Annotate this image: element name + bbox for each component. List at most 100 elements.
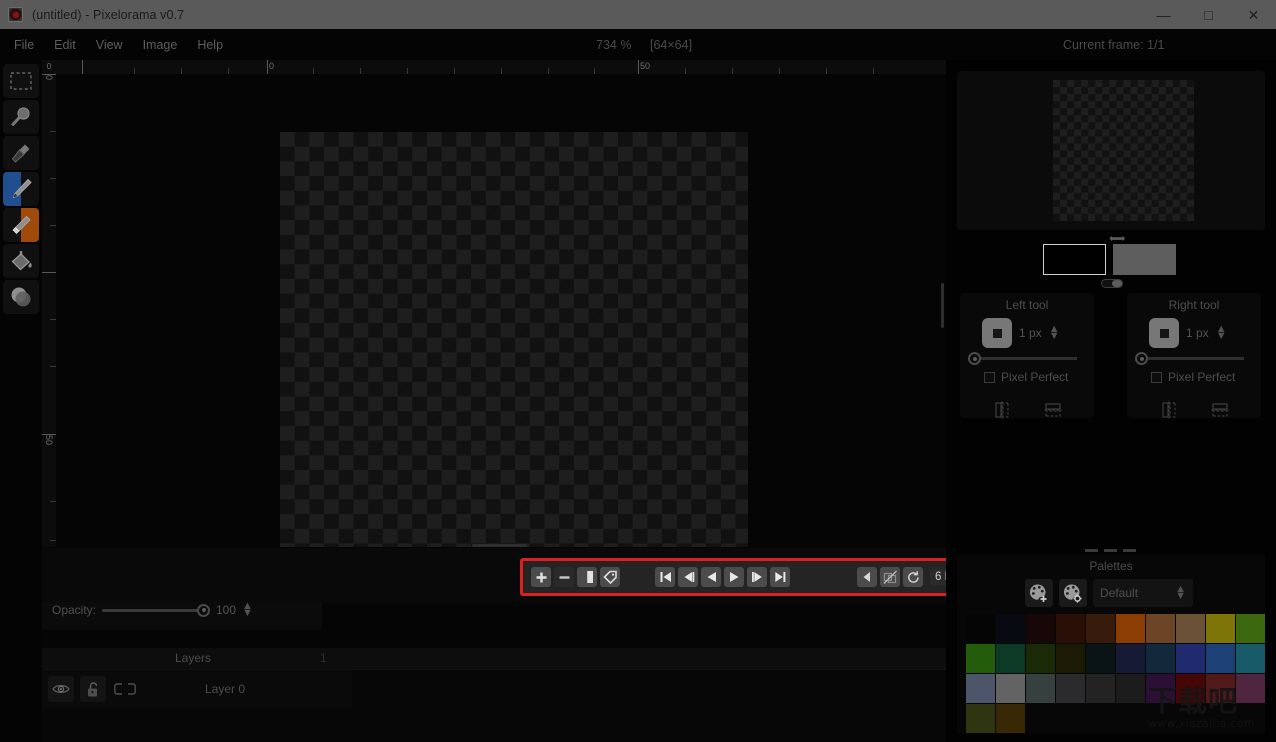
tool-pencil[interactable] [3, 172, 39, 206]
tool-lighten-darken[interactable] [3, 280, 39, 314]
onion-skinning-disabled-button[interactable] [880, 567, 900, 587]
palette-swatch[interactable] [1176, 674, 1205, 703]
right-brush-button[interactable] [1149, 318, 1179, 348]
menu-view[interactable]: View [87, 34, 132, 56]
palette-select[interactable]: Default ▲▼ [1093, 579, 1193, 607]
last-frame-button[interactable] [770, 567, 790, 587]
palette-swatch[interactable] [996, 614, 1025, 643]
palette-swatch[interactable] [1056, 674, 1085, 703]
left-mirror-horizontal-button[interactable] [992, 400, 1012, 425]
right-brush-size-value[interactable]: 1 px [1186, 326, 1209, 340]
layer-link-toggle[interactable] [112, 676, 138, 702]
palette-swatch[interactable] [1026, 674, 1055, 703]
frame-tag-button[interactable] [600, 567, 620, 587]
remove-frame-button[interactable] [554, 567, 574, 587]
palette-swatch[interactable] [1116, 644, 1145, 673]
menu-file[interactable]: File [5, 34, 43, 56]
left-brush-size-slider[interactable] [975, 357, 1077, 360]
play-forward-button[interactable] [724, 567, 744, 587]
palette-swatch[interactable] [966, 614, 995, 643]
palette-swatch[interactable] [1026, 614, 1055, 643]
right-brush-size-slider[interactable] [1142, 357, 1244, 360]
palette-swatch[interactable] [1206, 614, 1235, 643]
palette-swatch-grid[interactable] [966, 614, 1265, 733]
loop-mode-button[interactable] [903, 567, 923, 587]
add-palette-button[interactable] [1025, 579, 1053, 607]
drawing-canvas[interactable] [280, 132, 748, 547]
tool-rectangle-select[interactable] [3, 64, 39, 98]
palette-swatch[interactable] [1176, 644, 1205, 673]
horizontal-scrollbar[interactable] [472, 544, 527, 547]
tool-color-picker[interactable] [3, 136, 39, 170]
minimize-button[interactable]: — [1141, 0, 1186, 29]
copy-frame-button[interactable] [577, 567, 597, 587]
vertical-scrollbar[interactable] [941, 283, 944, 328]
palette-swatch[interactable] [1206, 644, 1235, 673]
palette-swatch[interactable] [966, 674, 995, 703]
opacity-slider-handle[interactable] [197, 604, 210, 617]
left-brush-size-stepper[interactable]: ▲▼ [1049, 326, 1060, 340]
palette-swatch[interactable] [996, 674, 1025, 703]
color-switch-toggle[interactable] [1101, 279, 1123, 288]
palette-swatch[interactable] [996, 644, 1025, 673]
palette-swatch[interactable] [1236, 674, 1265, 703]
palette-swatch[interactable] [1086, 674, 1115, 703]
first-frame-button[interactable] [655, 567, 675, 587]
horizontal-ruler[interactable]: 0 50 [42, 60, 946, 74]
maximize-button[interactable]: □ [1186, 0, 1231, 29]
left-pixel-perfect-checkbox[interactable] [984, 372, 995, 383]
left-brush-size-value[interactable]: 1 px [1019, 326, 1042, 340]
palette-swatch[interactable] [1056, 644, 1085, 673]
palette-swatch[interactable] [1176, 614, 1205, 643]
close-button[interactable]: ✕ [1231, 0, 1276, 29]
palette-swatch[interactable] [1146, 674, 1175, 703]
onion-skinning-button[interactable] [857, 567, 877, 587]
left-brush-button[interactable] [982, 318, 1012, 348]
add-frame-button[interactable] [531, 567, 551, 587]
palette-swatch[interactable] [966, 704, 995, 733]
tool-bucket-fill[interactable] [3, 244, 39, 278]
right-brush-slider-handle[interactable] [1135, 352, 1148, 365]
palette-swatch[interactable] [1086, 614, 1115, 643]
palette-swatch[interactable] [1236, 644, 1265, 673]
menu-help[interactable]: Help [188, 34, 232, 56]
palette-swatch[interactable] [966, 644, 995, 673]
left-mirror-vertical-button[interactable] [1043, 400, 1063, 425]
layer-name-label[interactable]: Layer 0 [138, 682, 352, 696]
canvas-scroll-area[interactable] [56, 74, 946, 547]
right-color-swatch[interactable] [1113, 244, 1176, 275]
left-pixel-perfect-row[interactable]: Pixel Perfect [984, 370, 1094, 384]
vertical-ruler[interactable]: 0 50 [42, 74, 56, 547]
right-mirror-vertical-button[interactable] [1210, 400, 1230, 425]
left-brush-slider-handle[interactable] [968, 352, 981, 365]
right-brush-size-stepper[interactable]: ▲▼ [1216, 326, 1227, 340]
menu-edit[interactable]: Edit [45, 34, 85, 56]
panel-drag-handle[interactable] [1085, 549, 1137, 552]
tool-eraser[interactable] [3, 208, 39, 242]
opacity-slider[interactable] [102, 609, 204, 612]
menu-image[interactable]: Image [134, 34, 187, 56]
right-pixel-perfect-checkbox[interactable] [1151, 372, 1162, 383]
palette-swatch[interactable] [1146, 614, 1175, 643]
layer-lock-toggle[interactable] [80, 676, 106, 702]
left-color-swatch[interactable] [1043, 244, 1106, 275]
layer-visibility-toggle[interactable] [48, 676, 74, 702]
next-frame-button[interactable] [747, 567, 767, 587]
tool-zoom[interactable] [3, 100, 39, 134]
palette-swatch[interactable] [1086, 644, 1115, 673]
palette-swatch[interactable] [1236, 614, 1265, 643]
opacity-value[interactable]: 100 [210, 603, 236, 617]
opacity-stepper[interactable]: ▲▼ [242, 603, 253, 617]
palette-swatch[interactable] [1206, 674, 1235, 703]
edit-palette-button[interactable] [1059, 579, 1087, 607]
palette-swatch[interactable] [1116, 614, 1145, 643]
table-row[interactable]: Layer 0 [42, 670, 352, 708]
right-mirror-horizontal-button[interactable] [1159, 400, 1179, 425]
palette-swatch[interactable] [1146, 644, 1175, 673]
palette-swatch[interactable] [1056, 614, 1085, 643]
previous-frame-button[interactable] [678, 567, 698, 587]
palette-swatch[interactable] [1026, 644, 1055, 673]
palette-swatch[interactable] [1116, 674, 1145, 703]
palette-swatch[interactable] [996, 704, 1025, 733]
play-backwards-button[interactable] [701, 567, 721, 587]
